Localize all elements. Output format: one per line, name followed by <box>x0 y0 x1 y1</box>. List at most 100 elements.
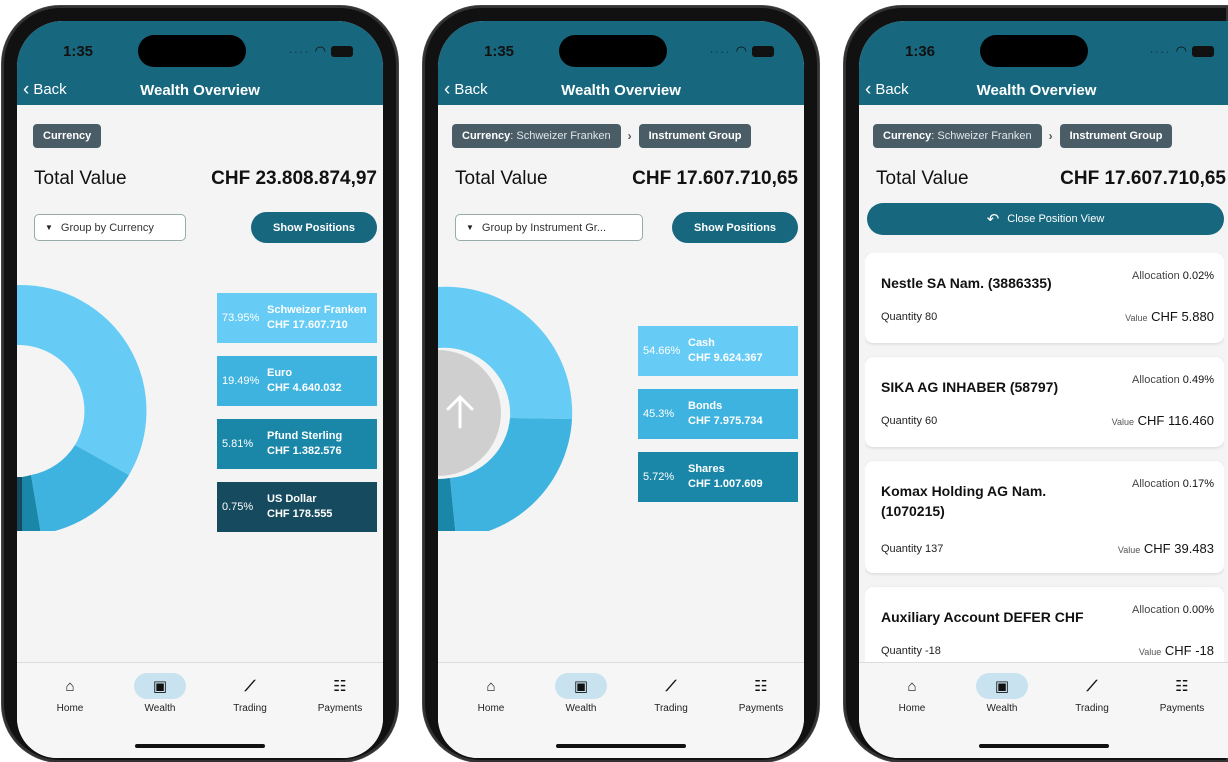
chevron-right-icon: › <box>1048 129 1053 143</box>
value-amount: CHF -18 <box>1164 643 1214 658</box>
screen: 1:35 ···· ◠ ‹ Back Wealth Overview Curre… <box>438 21 804 758</box>
status-icons: ···· ◠ <box>288 43 353 59</box>
tab-trading[interactable]: ⟋ Trading <box>638 673 704 715</box>
position-card[interactable]: Auxiliary Account DEFER CHF Allocation 0… <box>865 587 1224 662</box>
phone-positions-view: 1:36 ···· ◠ ‹ Back Wealth Overview Curre… <box>844 6 1228 762</box>
position-card[interactable]: Nestle SA Nam. (3886335) Allocation 0.02… <box>865 253 1224 343</box>
value-label: Value <box>1117 545 1141 555</box>
group-by-select[interactable]: ▼ Group by Currency <box>34 214 186 241</box>
legend-item-euro[interactable]: 19.49% Euro CHF 4.640.032 <box>217 356 377 406</box>
tab-payments[interactable]: ☷ Payments <box>1149 673 1215 714</box>
total-label: Total Value <box>455 168 548 189</box>
legend-item-us-dollar[interactable]: 0.75% US Dollar CHF 178.555 <box>217 482 377 532</box>
trend-icon: ⟋ <box>1086 677 1098 695</box>
allocation-donut-chart[interactable] <box>17 271 197 531</box>
allocation-value: 0.17% <box>1182 478 1214 490</box>
trend-icon: ⟋ <box>244 677 256 695</box>
page-title: Wealth Overview <box>976 82 1097 99</box>
legend-pct: 5.72% <box>643 471 675 483</box>
tab-payments[interactable]: ☷ Payments <box>728 673 794 714</box>
tab-home[interactable]: ⌂ Home <box>879 673 945 715</box>
breadcrumb-chip-currency[interactable]: Currency <box>33 124 102 148</box>
tab-label: Home <box>477 703 505 714</box>
position-name: Nestle SA Nam. (3886335) <box>881 275 1052 291</box>
value-amount: CHF 39.483 <box>1143 541 1214 556</box>
legend-item-schweizer-franken[interactable]: 73.95% Schweizer Franken CHF 17.607.710 <box>217 293 377 343</box>
tab-wealth[interactable]: ▣ Wealth <box>548 673 614 714</box>
payments-icon: ☷ <box>754 678 768 695</box>
position-allocation: Allocation 0.49% <box>1132 374 1214 386</box>
allocation-label: Allocation <box>1132 604 1180 616</box>
total-value: CHF 23.808.874,97 <box>211 168 377 189</box>
tab-label: Payments <box>317 703 363 714</box>
tab-wealth[interactable]: ▣ Wealth <box>969 673 1035 714</box>
total-value: CHF 17.607.710,65 <box>1060 168 1226 189</box>
tab-label: Wealth <box>565 703 597 714</box>
tab-label: Payments <box>738 703 784 714</box>
position-name: SIKA AG INHABER (58797) <box>881 379 1059 395</box>
total-value-row: Total Value CHF 17.607.710,65 <box>455 168 798 190</box>
position-card[interactable]: Komax Holding AG Nam. (1070215) Allocati… <box>865 461 1224 573</box>
position-allocation: Allocation 0.02% <box>1132 270 1214 282</box>
breadcrumb: Currency <box>33 124 102 148</box>
trend-icon: ⟋ <box>665 677 677 695</box>
allocation-donut-chart[interactable] <box>438 271 618 531</box>
value-label: Value <box>1111 417 1135 427</box>
slice-schweizer-franken[interactable] <box>17 284 147 475</box>
tab-label: Payments <box>1159 703 1205 714</box>
position-quantity: Quantity 137 <box>881 543 944 555</box>
show-positions-button[interactable]: Show Positions <box>672 212 798 243</box>
tab-wealth[interactable]: ▣ Wealth <box>127 673 193 714</box>
close-position-label: Close Position View <box>1007 213 1105 225</box>
breadcrumb-chip-instrument-group[interactable]: Instrument Group <box>1059 124 1173 148</box>
slice-us-dollar[interactable] <box>17 477 22 531</box>
breadcrumb: Currency: Schweizer Franken › Instrument… <box>452 124 752 148</box>
dynamic-island <box>559 35 667 67</box>
wallet-icon: ▣ <box>555 673 607 699</box>
legend-item-pfund-sterling[interactable]: 5.81% Pfund Sterling CHF 1.382.576 <box>217 419 377 469</box>
payments-icon: ☷ <box>333 678 347 695</box>
group-by-select[interactable]: ▼ Group by Instrument Gr... <box>455 214 643 241</box>
value-amount: CHF 5.880 <box>1151 309 1214 324</box>
header-bar: 1:35 ···· ◠ ‹ Back Wealth Overview <box>17 21 383 105</box>
tab-trading[interactable]: ⟋ Trading <box>217 673 283 715</box>
wifi-icon: ◠ <box>735 43 747 58</box>
undo-icon: ↶ <box>986 211 1000 228</box>
breadcrumb-chip-instrument-group[interactable]: Instrument Group <box>638 124 752 148</box>
value-amount: CHF 116.460 <box>1137 413 1214 428</box>
position-quantity: Quantity 60 <box>881 415 938 427</box>
breadcrumb-chip-currency[interactable]: Currency: Schweizer Franken <box>873 124 1042 148</box>
position-value: Value CHF 39.483 <box>1118 541 1214 556</box>
legend-item-bonds[interactable]: 45.3% Bonds CHF 7.975.734 <box>638 389 798 439</box>
home-icon: ⌂ <box>65 677 75 695</box>
caret-down-icon: ▼ <box>466 223 474 232</box>
position-name: Komax Holding AG Nam. (1070215) <box>881 483 1047 519</box>
show-positions-button[interactable]: Show Positions <box>251 212 377 243</box>
wallet-icon: ▣ <box>976 673 1028 699</box>
breadcrumb-chip-currency[interactable]: Currency: Schweizer Franken <box>452 124 621 148</box>
tab-home[interactable]: ⌂ Home <box>37 673 103 715</box>
tab-label: Home <box>56 703 84 714</box>
tab-home[interactable]: ⌂ Home <box>458 673 524 715</box>
phone-currency-view: 1:35 ···· ◠ ‹ Back Wealth Overview Curre… <box>2 6 398 762</box>
position-card[interactable]: SIKA AG INHABER (58797) Allocation 0.49%… <box>865 357 1224 447</box>
legend-name: Shares <box>688 463 725 475</box>
legend-item-shares[interactable]: 5.72% Shares CHF 1.007.609 <box>638 452 798 502</box>
page-title: Wealth Overview <box>140 82 260 99</box>
chip-label: Instrument Group <box>648 130 742 142</box>
drill-up-button[interactable] <box>438 350 501 476</box>
home-indicator <box>978 744 1109 748</box>
legend-value: CHF 17.607.710 <box>267 319 348 331</box>
bottom-nav: ⌂ Home ▣ Wealth ⟋ Trading ☷ Payments <box>438 662 804 758</box>
header-bar: 1:36 ···· ◠ ‹ Back Wealth Overview <box>859 21 1228 105</box>
position-allocation: Allocation 0.00% <box>1132 604 1214 616</box>
tab-payments[interactable]: ☷ Payments <box>307 673 373 714</box>
tab-trading[interactable]: ⟋ Trading <box>1059 673 1125 715</box>
screen: 1:36 ···· ◠ ‹ Back Wealth Overview Curre… <box>859 21 1228 758</box>
battery-icon <box>331 45 353 57</box>
position-value: Value CHF 5.880 <box>1125 309 1214 324</box>
close-position-view-button[interactable]: ↶ Close Position View <box>867 203 1224 235</box>
position-allocation: Allocation 0.17% <box>1132 478 1214 490</box>
legend-item-cash[interactable]: 54.66% Cash CHF 9.624.367 <box>638 326 798 376</box>
battery-icon <box>1192 45 1214 57</box>
